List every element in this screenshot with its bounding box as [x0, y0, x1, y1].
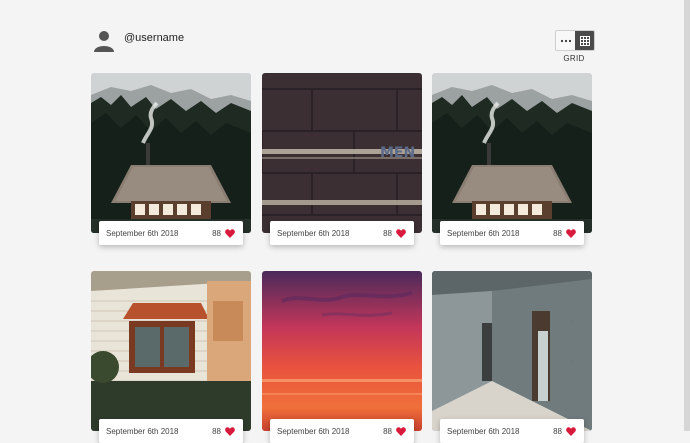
view-mode-label: GRID: [563, 54, 585, 63]
post-photo-brick-wall[interactable]: MEN: [262, 73, 422, 233]
post-photo-house-window[interactable]: [91, 271, 251, 431]
post-caption: September 6th 2018 88: [270, 419, 414, 443]
window-edge: [684, 0, 690, 431]
post-date: September 6th 2018: [447, 426, 520, 436]
post-photo-sunset-sky[interactable]: [262, 271, 422, 431]
username[interactable]: @username: [124, 32, 184, 44]
like-count: 88: [212, 426, 221, 436]
like-count: 88: [383, 228, 392, 238]
post-date: September 6th 2018: [277, 426, 350, 436]
user-header[interactable]: @username: [93, 30, 184, 52]
like-count: 88: [553, 426, 562, 436]
heart-icon[interactable]: [566, 426, 576, 436]
more-icon: [560, 39, 571, 42]
post-photo-concrete-room[interactable]: [432, 271, 592, 431]
heart-icon[interactable]: [225, 426, 235, 436]
heart-icon[interactable]: [225, 228, 235, 238]
grid-icon: [579, 35, 590, 46]
list-view-button[interactable]: [556, 31, 575, 50]
like-count: 88: [553, 228, 562, 238]
like-count: 88: [212, 228, 221, 238]
post-date: September 6th 2018: [106, 228, 179, 238]
like-count: 88: [383, 426, 392, 436]
post-caption: September 6th 2018 88: [99, 419, 243, 443]
post-date: September 6th 2018: [447, 228, 520, 238]
post-photo-mountain-cabin[interactable]: [432, 73, 592, 233]
post-caption: September 6th 2018 88: [99, 221, 243, 245]
post-date: September 6th 2018: [277, 228, 350, 238]
post-caption: September 6th 2018 88: [440, 221, 584, 245]
svg-text:MEN: MEN: [380, 145, 415, 161]
heart-icon[interactable]: [396, 426, 406, 436]
heart-icon[interactable]: [566, 228, 576, 238]
post-caption: September 6th 2018 88: [270, 221, 414, 245]
view-toggle[interactable]: [555, 30, 595, 51]
post-caption: September 6th 2018 88: [440, 419, 584, 443]
post-date: September 6th 2018: [106, 426, 179, 436]
grid-view-button[interactable]: [575, 31, 594, 50]
post-photo-mountain-cabin[interactable]: [91, 73, 251, 233]
heart-icon[interactable]: [396, 228, 406, 238]
avatar-icon: [94, 31, 114, 52]
